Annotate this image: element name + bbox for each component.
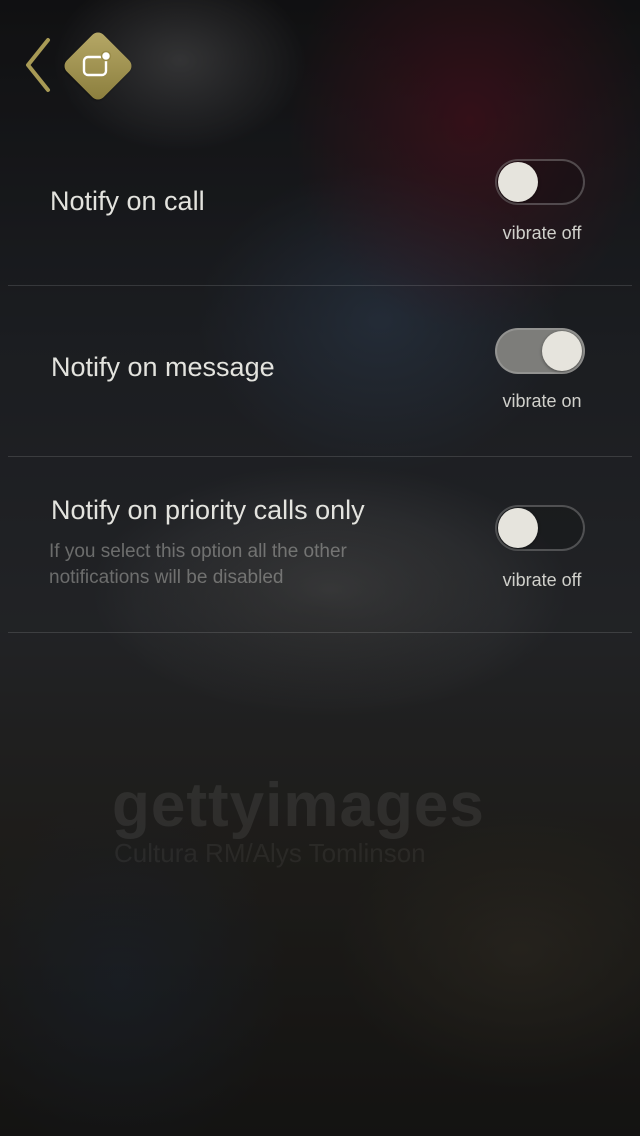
setting-description: If you select this option all the other … xyxy=(49,541,347,588)
divider xyxy=(8,632,632,633)
vibrate-toggle-priority[interactable] xyxy=(495,505,585,551)
setting-row-priority: Notify on priority calls only If you sel… xyxy=(0,0,640,640)
toggle-state-label: vibrate off xyxy=(502,570,582,590)
watermark-credit: Cultura RM/Alys Tomlinson xyxy=(114,838,426,868)
setting-label: Notify on priority calls only xyxy=(51,495,365,525)
watermark-brand: gettyimages xyxy=(112,771,485,840)
toggle-knob xyxy=(498,508,538,548)
